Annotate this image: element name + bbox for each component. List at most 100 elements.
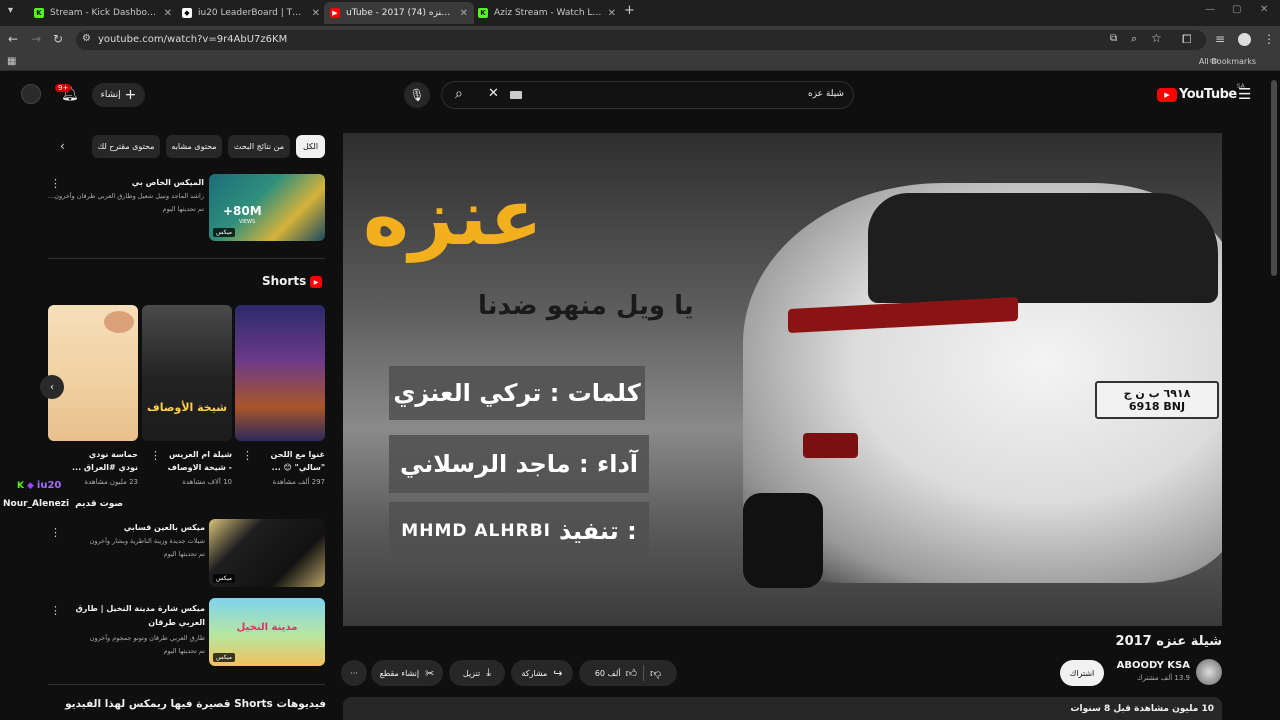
short-info-1[interactable]: غنوا مع اللحن "سالي" 😊 ... 297 ألف مشاهد… [258,448,325,486]
more-options-icon[interactable]: ⋮ [242,450,253,461]
mix-thumbnail[interactable]: ميكس [209,519,325,587]
close-icon[interactable]: ✕ [608,8,616,19]
description-box[interactable]: 10 مليون مشاهدة قبل 8 سنوات [343,697,1222,720]
account-avatar[interactable] [21,84,41,104]
folder-icon: ▭ [1209,56,1218,66]
like-button[interactable]: 60 ألف 👍︎ [595,667,637,680]
maximize-icon[interactable]: ▢ [1232,4,1241,15]
minimize-icon[interactable]: — [1205,4,1215,15]
diamond-icon: ◆ [182,8,192,18]
search-icon[interactable]: ⌕ [455,86,463,102]
clear-search-icon[interactable]: ✕ [488,86,499,101]
extensions-icon[interactable]: ⧠ [1182,32,1192,47]
youtube-logo[interactable]: ▶ YouTube SA [1157,83,1245,102]
youtube-play-icon: ▶ [1157,87,1177,102]
close-icon[interactable]: ✕ [460,8,468,19]
menu-icon[interactable]: ⋮ [1263,32,1275,46]
channel-info[interactable]: ABOODY KSA 13.9 ألف مشترك [1100,660,1190,682]
reload-icon[interactable]: ↻ [53,32,63,46]
kick-icon: K [34,8,44,18]
thumbs-up-icon: 👍︎ [625,666,638,680]
divider [48,684,325,685]
mix-thumbnail[interactable]: +80M VIEWS ميكس [209,174,325,241]
short-thumbnail-3[interactable] [48,305,138,441]
mix-info[interactable]: ميكس بالعين قسابي شيلات جديدة وزينة النا… [60,523,205,558]
mix-info[interactable]: الميكس الخاص بي راشد الماجد ونبيل شعيل و… [48,178,204,213]
share-button[interactable]: مشاركة ↪ [511,660,573,686]
more-options-icon[interactable]: ⋮ [50,605,61,616]
chips-prev-icon[interactable]: ‹ [60,139,65,153]
youtube-icon: ▶ [330,8,340,18]
bookmark-star-icon[interactable]: ☆ [1151,31,1162,45]
car-wheel [743,493,823,588]
new-tab-button[interactable]: + [624,3,635,18]
close-window-icon[interactable]: ✕ [1260,4,1268,15]
like-dislike-group: 60 ألف 👍︎ 👎︎ [579,660,677,686]
face-image [104,311,134,333]
short-info-2[interactable]: شيلة ام العريس - شيخة الاوصاف 10 آلاف مش… [165,448,232,486]
subscribe-button[interactable]: اشتراك [1060,660,1104,686]
notification-count-badge: 9+ [55,84,72,92]
performer-credit: آداء : ماجد الرسلاني [389,435,649,493]
short-thumbnail-1[interactable] [235,305,325,441]
voice-search-button[interactable]: 🎙︎ [404,82,430,108]
guide-menu-icon[interactable]: ☰ [1238,85,1251,103]
scissors-icon: ✂ [425,666,435,680]
tab-youtube[interactable]: ▶ uTube - 2017 شيلة عنزه (74) ✕ [324,2,474,24]
video-title: شيلة عنزه 2017 [1115,634,1222,649]
shorts-prev-button[interactable]: ‹ [40,375,64,399]
page-scrollbar[interactable] [1271,80,1277,276]
mix-thumbnail[interactable]: مدينة النخيل ميكس [209,598,325,666]
chip-similar[interactable]: محتوى مشابه [166,135,222,158]
video-player[interactable]: ٦٩١٨ ب ن ج 6918 BNJ عنزه يا ويل منهو ضدن… [343,133,1222,626]
close-icon[interactable]: ✕ [164,8,172,19]
twitch-icon: ◆ [26,480,34,491]
search-input[interactable] [441,81,854,109]
tab-search-icon[interactable]: ▾ [8,5,13,16]
short-info-3[interactable]: حماسة نودي نودي #العراق ... 23 مليون مشا… [71,448,138,486]
download-button[interactable]: تنزيل ⤓ [449,660,505,686]
tab-leaderboard[interactable]: ◆ iu20 LeaderBoard | The best Ch ✕ [176,2,326,24]
microphone-icon: 🎙︎ [409,88,425,102]
keyboard-icon[interactable] [510,91,522,99]
media-icon[interactable]: ≡ [1215,32,1225,46]
clip-button[interactable]: إنشاء مقطع ✂ [371,660,443,686]
shorts-heading: Shorts [262,274,307,288]
mix-info[interactable]: ميكس شارة مدينة النخيل | طارق العربي طرق… [60,602,205,655]
back-icon[interactable]: ← [8,32,18,46]
more-options-icon[interactable]: ⋮ [50,178,61,189]
share-icon: ↪ [553,666,563,680]
short-thumbnail-2[interactable]: شيخة الأوصاف [142,305,232,441]
bookmarks-bar [0,53,1280,71]
create-button[interactable]: إنشاء + [92,83,145,107]
profile-avatar[interactable] [1238,33,1251,46]
remix-shorts-heading: فيديوهات Shorts قصيرة فيها ريمكس لهذا ال… [65,698,326,710]
browser-tab-strip: K Stream - Kick Dashboard ✕ ◆ iu20 Leade… [0,0,1280,26]
download-icon: ⤓ [486,666,492,679]
cast-icon[interactable]: ⧉ [1110,33,1117,44]
chip-all[interactable]: الكل [296,135,325,158]
more-actions-button[interactable]: ··· [341,660,367,686]
artwork-subtitle: يا ويل منهو ضدنا [478,291,694,321]
channel-avatar[interactable] [1196,659,1222,685]
close-icon[interactable]: ✕ [312,8,320,19]
tab-kick-dashboard[interactable]: K Stream - Kick Dashboard ✕ [28,2,178,24]
chip-from-search[interactable]: من نتائج البحث [228,135,290,158]
more-options-icon[interactable]: ⋮ [50,527,61,538]
thumbs-down-icon[interactable]: 👎︎ [650,667,661,680]
zoom-icon[interactable]: ⌕ [1131,32,1137,46]
tab-aziz-stream[interactable]: K Aziz Stream - Watch Live on Ki ✕ [472,2,622,24]
chip-suggested[interactable]: محتوى مقترح لك [92,135,160,158]
search-query-text: شيلة عزه [808,89,844,99]
kick-icon: K [17,480,24,491]
views-and-date: 10 مليون مشاهدة قبل 8 سنوات [1070,704,1214,714]
more-horiz-icon: ··· [350,668,358,678]
lyrics-credit: كلمات : تركي العنزي [389,366,645,420]
more-options-icon[interactable]: ⋮ [150,450,161,461]
site-info-icon[interactable]: ⚙ [82,33,91,44]
apps-icon[interactable]: ▦ [7,56,16,67]
all-bookmarks[interactable]: All Bookmarks [1199,57,1256,66]
shorts-icon: ▶ [310,276,322,288]
forward-icon[interactable]: → [31,32,41,46]
url-text: youtube.com/watch?v=9r4AbU7z6KM [98,34,288,45]
